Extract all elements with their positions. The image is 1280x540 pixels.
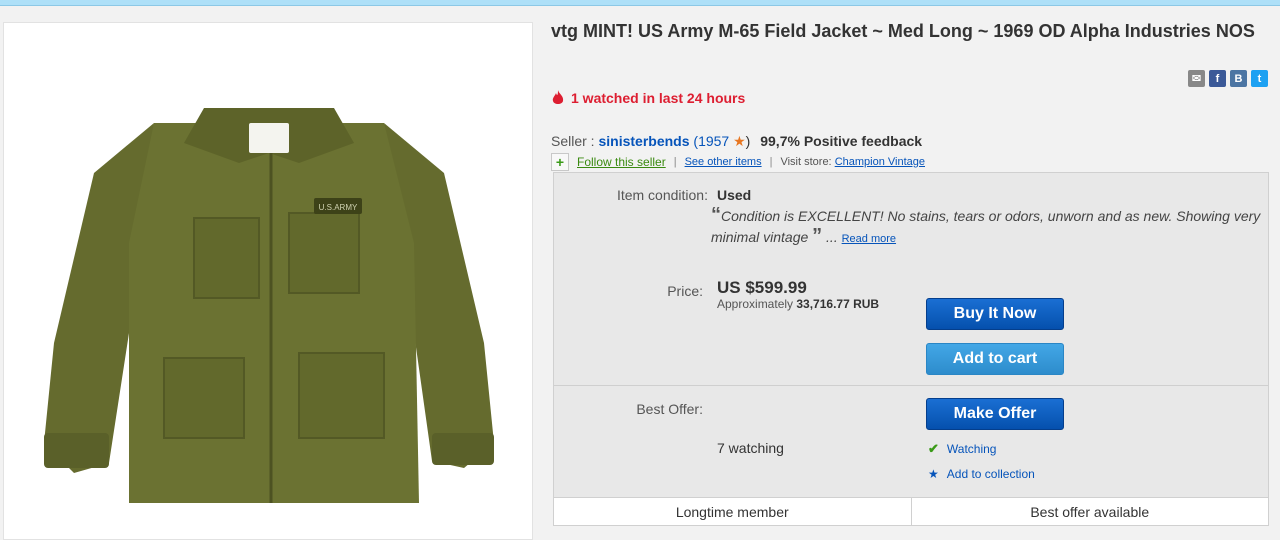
- fire-icon: [552, 90, 564, 104]
- condition-description: “Condition is EXCELLENT! No stains, tear…: [711, 204, 1261, 247]
- watched-notice: 1 watched in last 24 hours: [551, 90, 745, 106]
- condition-value: Used: [717, 187, 752, 203]
- checkmark-icon: ✔: [928, 441, 939, 456]
- watching-link-row[interactable]: ✔ Watching: [928, 441, 996, 457]
- product-image-panel[interactable]: U.S.ARMY: [3, 22, 533, 540]
- follow-seller-link[interactable]: Follow this seller: [577, 155, 666, 169]
- see-other-items-link[interactable]: See other items: [685, 156, 762, 168]
- store-name-link[interactable]: Champion Vintage: [835, 156, 925, 168]
- approx-label: Approximately: [717, 297, 794, 311]
- seller-name-link[interactable]: sinisterbends: [598, 133, 689, 149]
- price-value: US $599.99: [717, 278, 807, 297]
- approx-value: 33,716.77 RUB: [796, 297, 880, 311]
- seller-info: Seller : sinisterbends (1957 ★) 99,7% Po…: [551, 133, 923, 149]
- longtime-member-badge: Longtime member: [554, 498, 912, 525]
- watching-link[interactable]: Watching: [947, 442, 997, 456]
- product-image: U.S.ARMY: [44, 108, 494, 503]
- positive-feedback: 99,7% Positive feedback: [760, 133, 923, 149]
- top-banner-strip: [0, 0, 1280, 6]
- add-collection-row[interactable]: ★ Add to collection: [928, 467, 1035, 481]
- best-offer-label: Best Offer:: [636, 401, 703, 417]
- feedback-score-link[interactable]: 1957: [698, 133, 729, 149]
- make-offer-button[interactable]: Make Offer: [926, 398, 1064, 430]
- listing-details: vtg MINT! US Army M-65 Field Jacket ~ Me…: [551, 20, 1271, 526]
- vk-share-icon[interactable]: B: [1230, 70, 1247, 87]
- read-more-link[interactable]: Read more: [842, 233, 896, 245]
- purchase-box: Item condition: Used “Condition is EXCEL…: [553, 172, 1269, 526]
- share-bar: ✉ f B t: [1188, 70, 1268, 87]
- price-label: Price:: [667, 283, 703, 299]
- seller-label: Seller :: [551, 133, 595, 149]
- listing-title: vtg MINT! US Army M-65 Field Jacket ~ Me…: [551, 21, 1255, 41]
- add-to-collection-link[interactable]: Add to collection: [947, 467, 1035, 481]
- seller-actions: + Follow this seller | See other items |…: [551, 153, 925, 171]
- condition-quote-text: Condition is EXCELLENT! No stains, tears…: [711, 208, 1261, 245]
- condition-label: Item condition:: [616, 187, 708, 203]
- approx-price: Approximately 33,716.77 RUB: [717, 297, 879, 311]
- star-icon: ★: [928, 467, 939, 481]
- watched-text: 1 watched in last 24 hours: [571, 90, 746, 106]
- watching-count: 7 watching: [717, 440, 784, 456]
- best-offer-badge: Best offer available: [1030, 503, 1150, 520]
- follow-plus-icon[interactable]: +: [551, 153, 569, 171]
- us-army-patch-text: U.S.ARMY: [319, 203, 358, 212]
- add-to-cart-button[interactable]: Add to cart: [926, 343, 1064, 375]
- star-icon: ★: [733, 133, 746, 149]
- badges-row: Longtime member Best offer available: [554, 497, 1268, 525]
- section-divider: [554, 385, 1268, 386]
- facebook-share-icon[interactable]: f: [1209, 70, 1226, 87]
- visit-store-label: Visit store:: [780, 156, 832, 168]
- buy-it-now-button[interactable]: Buy It Now: [926, 298, 1064, 330]
- twitter-share-icon[interactable]: t: [1251, 70, 1268, 87]
- email-share-icon[interactable]: ✉: [1188, 70, 1205, 87]
